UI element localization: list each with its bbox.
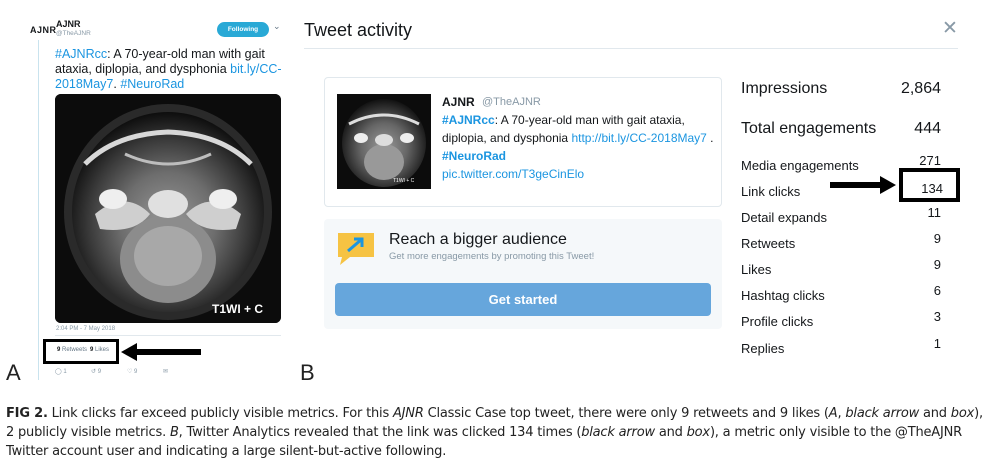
stat-label: Detail expands — [741, 210, 827, 225]
stat-label: Likes — [741, 262, 772, 277]
card-account-handle: @TheAJNR — [482, 96, 541, 108]
ajnr-logo: AJNR — [30, 25, 57, 35]
tweet-actions: ◯ 1 ↺ 9 ♡ 9 ✉ — [55, 368, 185, 378]
following-button[interactable]: Following — [217, 22, 269, 37]
card-url-link[interactable]: http://bit.ly/CC-2018May7 — [571, 131, 706, 145]
tweet-panel: AJNR AJNR @TheAJNR Following ⌄ #AJNRcc: … — [30, 10, 298, 382]
stat-value: 11 — [927, 205, 942, 220]
stat-value: 3 — [933, 309, 941, 324]
retweet-icon[interactable]: ↺ 9 — [91, 368, 101, 375]
tweet-timestamp[interactable]: 2:04 PM - 7 May 2018 — [56, 326, 115, 332]
stat-label: Retweets — [741, 236, 796, 251]
card-hashtag-neurorad[interactable]: #NeuroRad — [442, 149, 506, 163]
stat-value: 9 — [933, 231, 941, 246]
mri-thumbnail[interactable]: T1WI + C — [337, 94, 431, 189]
stat-label: Impressions — [741, 80, 828, 97]
hashtag-link-neurorad[interactable]: #NeuroRad — [120, 77, 184, 91]
reply-icon[interactable]: ◯ 1 — [55, 368, 67, 375]
chevron-down-icon[interactable]: ⌄ — [273, 21, 281, 32]
highlight-box — [43, 339, 119, 364]
mri-image[interactable]: T1WI + C — [55, 94, 281, 323]
close-icon[interactable]: ✕ — [942, 17, 958, 40]
thumb-overlay-label: T1WI + C — [393, 178, 415, 184]
divider — [55, 335, 281, 336]
tweet-text: #AJNRcc: A 70-year-old man with gait ata… — [55, 47, 282, 91]
modal-title: Tweet activity — [304, 20, 413, 40]
tweet-card[interactable]: T1WI + C AJNR @TheAJNR #AJNRcc: A 70-yea… — [324, 77, 722, 207]
promote-title: Reach a bigger audience — [389, 231, 567, 248]
panel-label-b: B — [300, 360, 315, 385]
figure-caption: FIG 2. Link clicks far exceed publicly v… — [6, 406, 983, 459]
stat-label: Hashtag clicks — [741, 288, 825, 303]
card-hashtag-link[interactable]: #AJNRcc — [442, 113, 495, 127]
black-arrow-icon — [121, 343, 201, 361]
stat-value: 6 — [933, 283, 941, 298]
like-icon[interactable]: ♡ 9 — [127, 368, 137, 375]
promote-subtitle: Get more engagements by promoting this T… — [389, 251, 595, 262]
get-started-button[interactable]: Get started — [335, 283, 711, 316]
account-handle[interactable]: @TheAJNR — [56, 30, 91, 37]
message-icon[interactable]: ✉ — [163, 368, 168, 375]
hashtag-link[interactable]: #AJNRcc — [55, 47, 107, 61]
stat-value: 2,864 — [900, 80, 941, 97]
stat-value: 271 — [919, 153, 941, 168]
stat-label: Profile clicks — [741, 314, 814, 329]
card-tweet-text: #AJNRcc: A 70-year-old man with gait ata… — [442, 113, 714, 181]
promote-box: Reach a bigger audience Get more engagem… — [324, 219, 722, 329]
tweet-activity-panel: Tweet activity ✕ T1WI + C AJNR @TheAJNR … — [300, 10, 970, 385]
stat-value: 9 — [933, 257, 941, 272]
stat-value: 444 — [914, 120, 941, 137]
thread-line — [38, 40, 39, 380]
stat-label: Media engagements — [741, 158, 859, 173]
stat-label: Replies — [741, 341, 785, 356]
black-arrow-icon — [830, 176, 896, 194]
account-name[interactable]: AJNR — [56, 19, 81, 29]
stat-label: Total engagements — [741, 120, 877, 137]
stat-label: Link clicks — [741, 184, 801, 199]
card-account-name: AJNR — [442, 95, 475, 109]
stat-value: 1 — [933, 336, 941, 351]
image-overlay-label: T1WI + C — [212, 302, 264, 316]
card-pic-link[interactable]: pic.twitter.com/T3geCinElo — [442, 167, 584, 181]
panel-label-a: A — [6, 360, 21, 385]
promote-icon — [338, 233, 374, 265]
highlight-box — [899, 168, 960, 202]
